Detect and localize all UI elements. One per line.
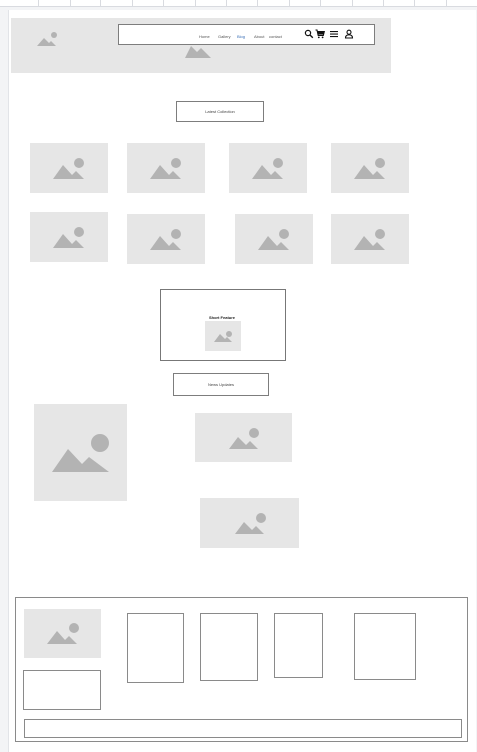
- image-icon: [150, 229, 181, 250]
- image-icon: [52, 434, 109, 472]
- search-icon[interactable]: [304, 29, 314, 39]
- image-icon: [150, 158, 181, 179]
- nav-link-home[interactable]: Home: [199, 34, 210, 39]
- news-image-placeholder-large[interactable]: [34, 404, 127, 501]
- image-icon: [258, 229, 289, 250]
- product-image-placeholder[interactable]: [127, 214, 205, 264]
- footer-logo-placeholder[interactable]: [24, 609, 101, 658]
- wireframe-canvas: Home Gallery Blog About contact Latest C…: [8, 10, 476, 752]
- nav-link-contact[interactable]: contact: [269, 34, 282, 39]
- product-image-placeholder[interactable]: [127, 143, 205, 193]
- news-image-placeholder[interactable]: [200, 498, 299, 548]
- footer-column-4: [354, 613, 416, 680]
- image-icon: [229, 428, 259, 449]
- news-updates-heading[interactable]: News Updates: [173, 373, 269, 396]
- footer-container: [15, 597, 468, 742]
- short-feature-title: Short Feature: [209, 315, 236, 320]
- image-icon: [47, 623, 79, 644]
- image-icon: [235, 513, 266, 534]
- image-icon: [214, 331, 232, 342]
- nav-link-blog[interactable]: Blog: [237, 34, 245, 39]
- product-image-placeholder[interactable]: [235, 214, 313, 264]
- product-image-placeholder[interactable]: [229, 143, 307, 193]
- image-icon: [53, 158, 84, 179]
- image-icon: [354, 229, 385, 250]
- product-image-placeholder[interactable]: [30, 212, 108, 262]
- footer-column-1: [127, 613, 184, 683]
- footer-text-block: [23, 670, 101, 710]
- product-image-placeholder[interactable]: [331, 143, 409, 193]
- nav-link-gallery[interactable]: Gallery: [218, 34, 231, 39]
- footer-column-2: [200, 613, 258, 681]
- product-image-placeholder[interactable]: [30, 143, 108, 193]
- user-icon[interactable]: [344, 29, 354, 39]
- footer-bottom-bar: [24, 719, 462, 738]
- short-feature-image-placeholder: [205, 321, 241, 351]
- top-ruler: [0, 0, 477, 7]
- nav-link-about[interactable]: About: [254, 34, 264, 39]
- navigation-bar: Home Gallery Blog About contact: [118, 24, 375, 45]
- cart-icon[interactable]: [315, 29, 325, 39]
- product-image-placeholder[interactable]: [331, 214, 409, 264]
- image-icon: [252, 158, 283, 179]
- short-feature-card[interactable]: Short Feature: [160, 289, 286, 361]
- image-icon: [53, 227, 84, 248]
- footer-column-3: [274, 613, 323, 678]
- news-image-placeholder[interactable]: [195, 413, 292, 462]
- latest-collection-heading[interactable]: Latest Collection: [176, 101, 264, 122]
- image-icon: [354, 158, 385, 179]
- menu-icon[interactable]: [329, 29, 339, 39]
